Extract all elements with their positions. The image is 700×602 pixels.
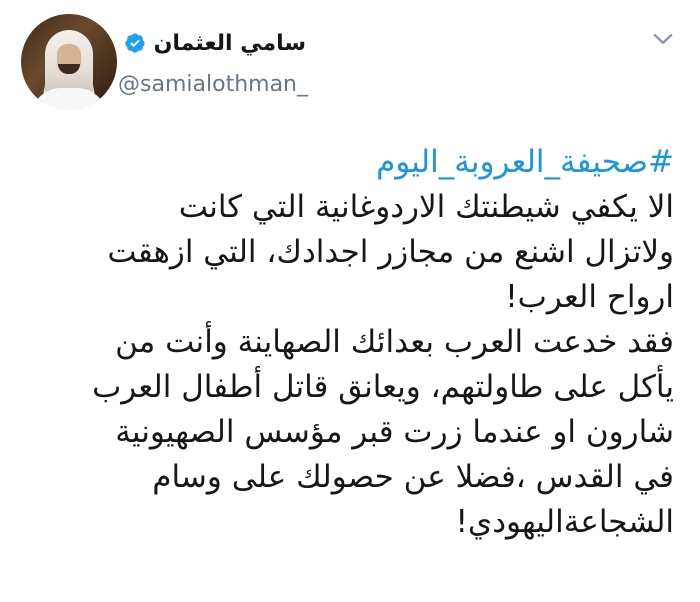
author-name-row[interactable]: سامي العثمان (124, 28, 306, 58)
tweet-text: #صحيفة_العروبة_اليوم الا يكفي شيطنتك الا… (24, 140, 674, 545)
verified-badge-icon (124, 33, 145, 53)
chevron-down-icon[interactable] (650, 26, 676, 52)
hashtag-link[interactable]: #صحيفة_العروبة_اليوم (24, 140, 674, 185)
tweet-card: سامي العثمان @samialothman_ #صحيفة_العرو… (0, 0, 700, 602)
tweet-line: الا يكفي شيطنتك الاردوغانية التي كانت (178, 189, 674, 225)
tweet-line: يأكل على طاولتهم، ويعانق قاتل أطفال العر… (92, 369, 674, 405)
tweet-line: الشجاعةاليهودي! (455, 504, 675, 540)
tweet-line: شارون او عندما زرت قبر مؤسس الصهيونية (115, 414, 674, 450)
tweet-line: ولاتزال اشنع من مجازر اجدادك، التي ازهقت (107, 234, 674, 270)
author-handle[interactable]: @samialothman_ (118, 72, 308, 97)
tweet-line: ارواح العرب! (505, 279, 674, 315)
avatar[interactable] (21, 14, 117, 110)
avatar-shoulders (31, 88, 107, 110)
tweet-line: فقد خدعت العرب بعدائك الصهاينة وأنت من (115, 324, 674, 360)
tweet-line: في القدس ،فضلا عن حصولك على وسام (152, 459, 674, 495)
author-display-name[interactable]: سامي العثمان (154, 31, 306, 56)
